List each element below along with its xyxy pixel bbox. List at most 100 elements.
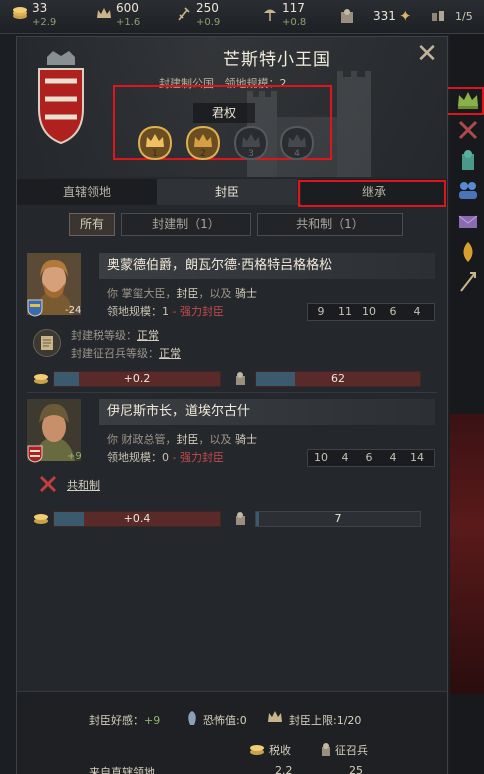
levy-value: 62 xyxy=(331,372,345,385)
renown-value: 117 xyxy=(282,1,305,15)
gold-icon xyxy=(12,6,28,22)
levy-bar: 62 xyxy=(255,371,421,387)
vassal-size-label: 领地规模： xyxy=(107,451,162,464)
levy-bar: 7 xyxy=(255,511,421,527)
skill-values: 9 11 10 6 4 xyxy=(309,303,429,321)
vassal-description: 你 财政总管，封臣，以及 骑士 xyxy=(107,431,257,447)
tax-value: +0.4 xyxy=(123,512,151,525)
tax-level-row: 封建税等级：正常 xyxy=(71,327,159,343)
resource-bar: 33 +2.9 600 +1.6 250 +0.9 117 +0.8 331 ✦… xyxy=(0,0,484,34)
authority-level-1-text: 1 xyxy=(152,149,158,159)
map-background xyxy=(450,414,484,694)
vassal-coa-icon[interactable] xyxy=(27,299,43,317)
authority-level-3-icon[interactable]: 3 xyxy=(233,125,269,161)
martial-value: 11 xyxy=(338,305,352,318)
tax-level-value[interactable]: 正常 xyxy=(137,329,159,342)
filter-republic[interactable]: 共和制（1） xyxy=(257,213,403,236)
levy-icon xyxy=(236,372,245,385)
cross-icon xyxy=(39,475,57,493)
tax-column-icon xyxy=(250,745,264,755)
dread-value[interactable]: 恐怖值:0 xyxy=(203,712,247,728)
government-row: 共和制 xyxy=(67,477,100,493)
prestige-delta: +1.6 xyxy=(116,17,141,28)
vassal-name[interactable]: 奥蒙德伯爵，朗瓦尔德·西格特吕格格松 xyxy=(99,253,435,279)
council-icon[interactable] xyxy=(456,148,480,172)
vassal-card: +9 伊尼斯市长，道埃尔古什 你 财政总管，封臣，以及 骑士 领地规模：0 - … xyxy=(27,399,437,529)
domain-tax-value: 2.2 xyxy=(275,764,293,774)
levy-icon xyxy=(236,512,245,525)
authority-label: 君权 xyxy=(193,103,255,123)
tab-domain[interactable]: 直辖领地 xyxy=(17,179,157,205)
levy-column-icon xyxy=(322,743,330,756)
filter-all[interactable]: 所有 xyxy=(69,213,115,236)
tax-icon xyxy=(34,514,48,524)
authority-level-2-text: 2 xyxy=(200,149,206,159)
levy-column-header: 征召兵 xyxy=(335,744,368,757)
martial-value: 4 xyxy=(341,451,349,464)
vassal-role: 你 掌玺大臣， xyxy=(107,287,177,300)
domain-levy-value: 25 xyxy=(349,764,363,774)
vassal-limit-icon xyxy=(268,711,282,722)
vassal-role: 你 财政总管， xyxy=(107,433,177,446)
vassal-card: -24 奥蒙德伯爵，朗瓦尔德·西格特吕格格松 你 掌玺大臣，封臣，以及 骑士 领… xyxy=(27,253,437,393)
authority-level-2-icon[interactable]: 2 xyxy=(185,125,221,161)
gold-value: 33 xyxy=(32,1,48,15)
right-toolbar xyxy=(450,34,484,774)
vassal-summary: 封臣好感：+9 恐怖值:0 封臣上限:1/20 税收 征召兵 来自直辖领地 2.… xyxy=(17,691,447,774)
tab-vassals[interactable]: 封臣 xyxy=(157,179,297,205)
vassal-name[interactable]: 伊尼斯市长，道埃尔古什 xyxy=(99,399,435,425)
lifestyle-icon[interactable] xyxy=(456,270,480,294)
stewardship-value: 10 xyxy=(362,305,376,318)
knights-icon[interactable] xyxy=(431,10,445,22)
authority-level-4-text: 4 xyxy=(294,149,300,159)
authority-level-1-icon[interactable]: 1 xyxy=(137,125,173,161)
highlight-succession-tab xyxy=(298,180,446,207)
skill-values: 10 4 6 4 14 xyxy=(309,449,429,467)
opinion-badge: +9 xyxy=(67,451,82,462)
vassal-knight: 骑士 xyxy=(235,433,257,446)
close-button[interactable]: ✕ xyxy=(415,41,439,67)
vassal-size: 领地规模：1 - 强力封臣 xyxy=(107,303,224,319)
levy-level-label: 封建征召兵等级： xyxy=(71,347,159,360)
opinion-badge: -24 xyxy=(65,305,82,316)
army-icon[interactable] xyxy=(340,8,354,24)
intrigue-value: 6 xyxy=(389,305,397,318)
vassal-conjunction: ，以及 xyxy=(198,287,232,300)
gold-delta: +2.9 xyxy=(32,17,57,28)
authority-level-4-icon[interactable]: 4 xyxy=(279,125,315,161)
prestige-value: 600 xyxy=(116,1,139,15)
vassal-relation: 封臣 xyxy=(176,433,199,446)
learning-value: 14 xyxy=(410,451,424,464)
stewardship-value: 6 xyxy=(365,451,373,464)
domain-income-label: 来自直辖领地 xyxy=(89,766,155,774)
piety-icon xyxy=(176,6,192,22)
knights-value: 1/5 xyxy=(455,10,473,23)
army-diamond-icon: ✦ xyxy=(399,7,412,25)
vassal-opinion-label: 封臣好感： xyxy=(89,714,144,727)
dread-icon xyxy=(188,711,196,725)
levy-level-value[interactable]: 正常 xyxy=(159,347,181,360)
coat-of-arms[interactable] xyxy=(33,49,89,145)
intrigue-icon[interactable] xyxy=(456,210,480,234)
faith-icon[interactable] xyxy=(456,240,480,264)
vassal-relation: 封臣 xyxy=(176,287,199,300)
army-value: 331 xyxy=(373,9,396,23)
realm-title: 芒斯特小王国 xyxy=(223,50,331,70)
intrigue-value: 4 xyxy=(389,451,397,464)
military-icon[interactable] xyxy=(456,118,480,142)
vassal-opinion-value: +9 xyxy=(144,714,161,727)
levy-value: 7 xyxy=(334,512,342,525)
vassal-size-label: 领地规模： xyxy=(107,305,162,318)
vassal-limit[interactable]: 封臣上限:1/20 xyxy=(289,712,361,728)
feudal-contract-icon[interactable] xyxy=(33,329,61,357)
vassal-coa-icon[interactable] xyxy=(27,445,43,463)
renown-delta: +0.8 xyxy=(282,17,307,28)
courtiers-icon[interactable] xyxy=(456,178,480,202)
tax-icon xyxy=(34,374,48,384)
filter-feudal[interactable]: 封建制（1） xyxy=(121,213,251,236)
authority-level-3-text: 3 xyxy=(248,149,254,159)
powerful-vassal-label: - 强力封臣 xyxy=(172,451,224,464)
government-type[interactable]: 共和制 xyxy=(67,479,100,492)
tax-level-label: 封建税等级： xyxy=(71,329,137,342)
vassal-opinion[interactable]: 封臣好感：+9 xyxy=(89,712,160,728)
